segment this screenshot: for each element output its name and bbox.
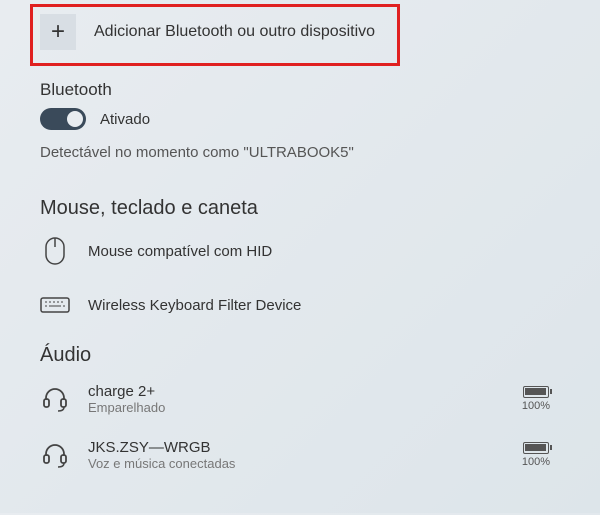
- headset-icon: [40, 384, 70, 414]
- device-status: Emparelhado: [88, 400, 504, 415]
- section-title-audio: Áudio: [40, 344, 560, 367]
- bluetooth-toggle[interactable]: Ativado: [40, 108, 560, 130]
- device-name: charge 2+: [88, 383, 504, 400]
- discoverable-text: Detectável no momento como "ULTRABOOK5": [40, 144, 560, 161]
- battery-icon: [523, 386, 549, 398]
- plus-icon: +: [40, 14, 76, 50]
- section-title-mouse: Mouse, teclado e caneta: [40, 197, 560, 220]
- settings-panel: + Adicionar Bluetooth ou outro dispositi…: [0, 0, 600, 515]
- battery-indicator: 100%: [522, 442, 550, 468]
- device-item-audio[interactable]: charge 2+ Emparelhado 100%: [40, 383, 560, 415]
- device-item-audio[interactable]: JKS.ZSY—WRGB Voz e música conectadas 100…: [40, 439, 560, 471]
- device-name: Wireless Keyboard Filter Device: [88, 297, 560, 314]
- battery-percent: 100%: [522, 400, 550, 412]
- battery-percent: 100%: [522, 456, 550, 468]
- device-item-mouse[interactable]: Mouse compatível com HID: [40, 236, 560, 266]
- device-item-keyboard[interactable]: Wireless Keyboard Filter Device: [40, 290, 560, 320]
- mouse-icon: [40, 236, 70, 266]
- bluetooth-heading: Bluetooth: [40, 80, 560, 100]
- keyboard-icon: [40, 290, 70, 320]
- device-status: Voz e música conectadas: [88, 456, 504, 471]
- headset-icon: [40, 440, 70, 470]
- toggle-state-label: Ativado: [100, 111, 150, 128]
- battery-icon: [523, 442, 549, 454]
- battery-indicator: 100%: [522, 386, 550, 412]
- add-device-label: Adicionar Bluetooth ou outro dispositivo: [94, 23, 375, 41]
- toggle-switch-icon: [40, 108, 86, 130]
- device-name: JKS.ZSY—WRGB: [88, 439, 504, 456]
- device-name: Mouse compatível com HID: [88, 243, 560, 260]
- add-device-button[interactable]: + Adicionar Bluetooth ou outro dispositi…: [40, 10, 560, 80]
